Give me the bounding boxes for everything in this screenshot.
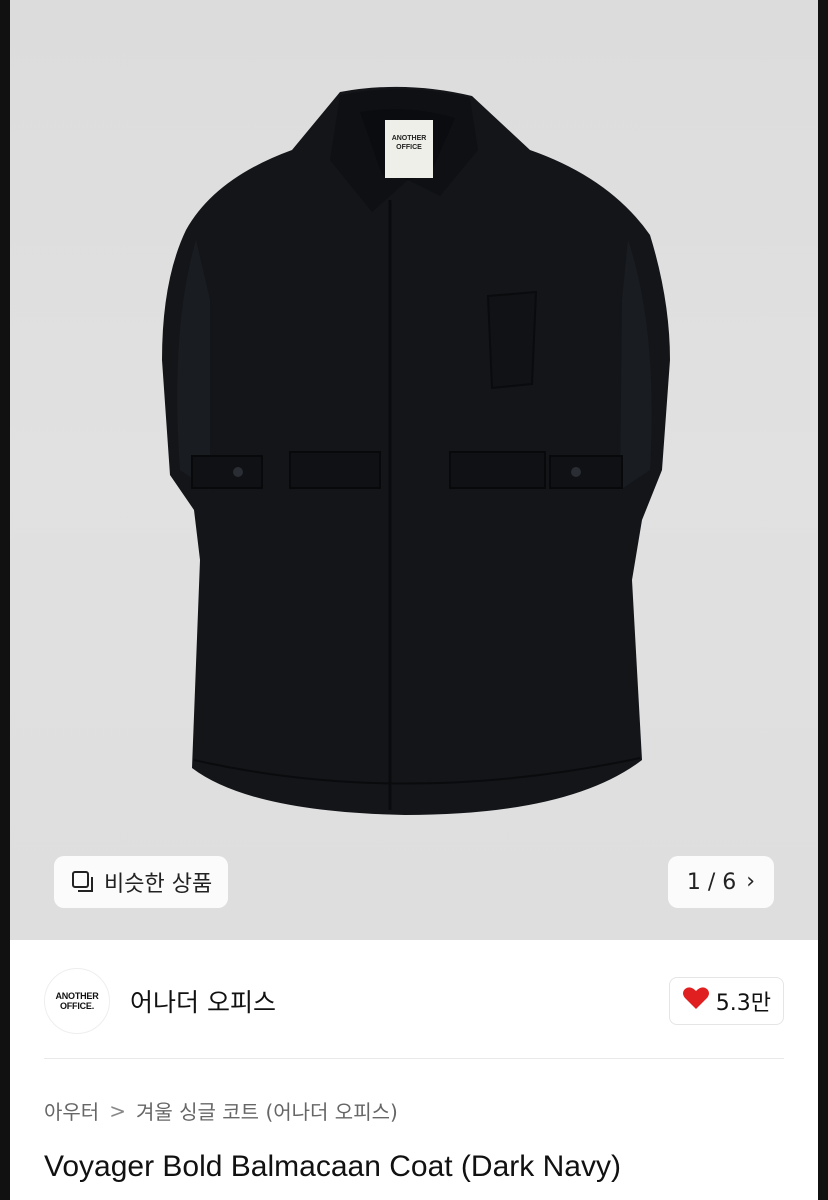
product-title: Voyager Bold Balmacaan Coat (Dark Navy) bbox=[44, 1150, 621, 1183]
divider bbox=[44, 1058, 784, 1059]
brand-logo-line2: OFFICE. bbox=[59, 1001, 95, 1011]
product-photo: ANOTHER OFFICE bbox=[162, 86, 670, 816]
seller-row: ANOTHER OFFICE. 어나더 오피스 5.3만 bbox=[44, 964, 784, 1038]
coat-body bbox=[162, 86, 670, 816]
pager-text: 1 / 6 bbox=[686, 869, 737, 895]
breadcrumb-subcategory[interactable]: 겨울 싱글 코트 (어나더 오피스) bbox=[136, 1096, 398, 1125]
breadcrumb-separator: > bbox=[109, 1098, 126, 1123]
svg-text:ANOTHER: ANOTHER bbox=[392, 135, 427, 142]
frame-edge-right bbox=[818, 0, 828, 1200]
svg-text:OFFICE: OFFICE bbox=[396, 144, 422, 151]
breadcrumb-category[interactable]: 아우터 bbox=[44, 1096, 99, 1125]
frame-edge-left bbox=[0, 0, 10, 1200]
right-pocket-flap bbox=[449, 451, 546, 489]
like-button[interactable]: 5.3만 bbox=[668, 977, 784, 1025]
brand-logo-line1: ANOTHER bbox=[55, 991, 99, 1001]
similar-products-label: 비슷한 상품 bbox=[104, 872, 213, 897]
brand-logo[interactable]: ANOTHER OFFICE. bbox=[44, 968, 110, 1034]
left-pocket-flap bbox=[289, 451, 381, 489]
like-count: 5.3만 bbox=[715, 991, 771, 1016]
chevron-right-icon: › bbox=[746, 869, 756, 894]
image-pager[interactable]: 1 / 6 › bbox=[668, 856, 774, 908]
breadcrumb: 아우터 > 겨울 싱글 코트 (어나더 오피스) bbox=[44, 1096, 398, 1125]
copy-icon bbox=[70, 869, 96, 895]
right-sleeve-tab bbox=[549, 455, 623, 489]
left-sleeve-tab bbox=[191, 455, 263, 489]
product-image-gallery[interactable]: ANOTHER OFFICE 비슷한 상품 1 / 6 › bbox=[10, 0, 818, 940]
similar-products-button[interactable]: 비슷한 상품 bbox=[54, 856, 229, 908]
heart-icon bbox=[682, 985, 710, 1017]
brand-name[interactable]: 어나더 오피스 bbox=[130, 983, 276, 1019]
